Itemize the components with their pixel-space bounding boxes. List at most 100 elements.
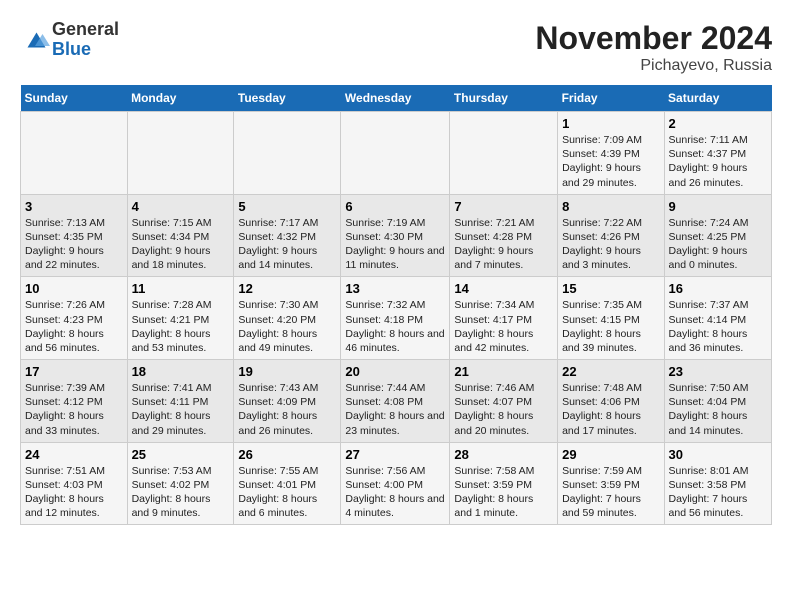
day-cell	[21, 112, 128, 195]
calendar-body: 1Sunrise: 7:09 AM Sunset: 4:39 PM Daylig…	[21, 112, 772, 525]
day-info: Sunrise: 7:15 AM Sunset: 4:34 PM Dayligh…	[132, 216, 230, 273]
logo-blue: Blue	[52, 39, 91, 59]
day-cell: 12 Sunrise: 7:30 AM Sunset: 4:20 PM Dayli…	[234, 277, 341, 360]
day-number: 27	[345, 447, 445, 462]
day-number: 10	[25, 281, 123, 296]
day-info: Sunrise: 7:28 AM Sunset: 4:21 PM Dayligh…	[132, 298, 230, 355]
day-number: 28	[454, 447, 553, 462]
day-number: 26	[238, 447, 336, 462]
day-number: 13	[345, 281, 445, 296]
day-number: 8	[562, 199, 659, 214]
day-number: 21	[454, 364, 553, 379]
day-info: Sunrise: 7:22 AM Sunset: 4:26 PM Dayligh…	[562, 216, 659, 273]
day-info: Sunrise: 7:51 AM Sunset: 4:03 PM Dayligh…	[25, 464, 123, 521]
week-row-1: 1Sunrise: 7:09 AM Sunset: 4:39 PM Daylig…	[21, 112, 772, 195]
day-number: 20	[345, 364, 445, 379]
day-cell: 26 Sunrise: 7:55 AM Sunset: 4:01 PM Dayli…	[234, 442, 341, 525]
day-info: Sunrise: 7:32 AM Sunset: 4:18 PM Dayligh…	[345, 298, 445, 355]
day-cell: 14 Sunrise: 7:34 AM Sunset: 4:17 PM Dayli…	[450, 277, 558, 360]
header-day-monday: Monday	[127, 85, 234, 112]
week-row-2: 3 Sunrise: 7:13 AM Sunset: 4:35 PM Daylig…	[21, 194, 772, 277]
day-info: Sunrise: 7:24 AM Sunset: 4:25 PM Dayligh…	[669, 216, 767, 273]
week-row-3: 10 Sunrise: 7:26 AM Sunset: 4:23 PM Dayli…	[21, 277, 772, 360]
day-cell: 4Sunrise: 7:15 AM Sunset: 4:34 PM Daylig…	[127, 194, 234, 277]
day-cell: 27Sunrise: 7:56 AM Sunset: 4:00 PM Dayli…	[341, 442, 450, 525]
page-title: November 2024	[535, 20, 772, 57]
calendar-table: SundayMondayTuesdayWednesdayThursdayFrid…	[20, 85, 772, 525]
day-cell: 23Sunrise: 7:50 AM Sunset: 4:04 PM Dayli…	[664, 360, 771, 443]
header-day-friday: Friday	[558, 85, 664, 112]
day-cell: 2Sunrise: 7:11 AM Sunset: 4:37 PM Daylig…	[664, 112, 771, 195]
day-number: 6	[345, 199, 445, 214]
day-info: Sunrise: 7:21 AM Sunset: 4:28 PM Dayligh…	[454, 216, 553, 273]
week-row-4: 17 Sunrise: 7:39 AM Sunset: 4:12 PM Dayli…	[21, 360, 772, 443]
day-info: Sunrise: 7:55 AM Sunset: 4:01 PM Dayligh…	[238, 464, 336, 521]
day-cell: 22 Sunrise: 7:48 AM Sunset: 4:06 PM Dayli…	[558, 360, 664, 443]
logo-text: General Blue	[52, 20, 119, 60]
day-cell: 18 Sunrise: 7:41 AM Sunset: 4:11 PM Dayli…	[127, 360, 234, 443]
day-info: Sunrise: 7:48 AM Sunset: 4:06 PM Dayligh…	[562, 381, 659, 438]
day-cell: 21 Sunrise: 7:46 AM Sunset: 4:07 PM Dayli…	[450, 360, 558, 443]
day-info: Sunrise: 7:46 AM Sunset: 4:07 PM Dayligh…	[454, 381, 553, 438]
day-info: Sunrise: 7:26 AM Sunset: 4:23 PM Dayligh…	[25, 298, 123, 355]
day-cell: 17 Sunrise: 7:39 AM Sunset: 4:12 PM Dayli…	[21, 360, 128, 443]
logo-general: General	[52, 19, 119, 39]
day-info: Sunrise: 7:34 AM Sunset: 4:17 PM Dayligh…	[454, 298, 553, 355]
day-info: Sunrise: 7:30 AM Sunset: 4:20 PM Dayligh…	[238, 298, 336, 355]
day-number: 29	[562, 447, 659, 462]
day-number: 12	[238, 281, 336, 296]
page-subtitle: Pichayevo, Russia	[535, 57, 772, 75]
day-cell: 13 Sunrise: 7:32 AM Sunset: 4:18 PM Dayli…	[341, 277, 450, 360]
day-cell: 20 Sunrise: 7:44 AM Sunset: 4:08 PM Dayli…	[341, 360, 450, 443]
day-number: 2	[669, 116, 767, 131]
header-day-tuesday: Tuesday	[234, 85, 341, 112]
day-cell: 19Sunrise: 7:43 AM Sunset: 4:09 PM Dayli…	[234, 360, 341, 443]
day-number: 22	[562, 364, 659, 379]
header-day-thursday: Thursday	[450, 85, 558, 112]
day-number: 17	[25, 364, 123, 379]
day-cell	[127, 112, 234, 195]
day-info: Sunrise: 7:17 AM Sunset: 4:32 PM Dayligh…	[238, 216, 336, 273]
logo-icon	[20, 25, 50, 55]
day-number: 18	[132, 364, 230, 379]
day-number: 11	[132, 281, 230, 296]
day-info: Sunrise: 7:37 AM Sunset: 4:14 PM Dayligh…	[669, 298, 767, 355]
header-day-sunday: Sunday	[21, 85, 128, 112]
day-info: Sunrise: 7:58 AM Sunset: 3:59 PM Dayligh…	[454, 464, 553, 521]
day-number: 9	[669, 199, 767, 214]
week-row-5: 24 Sunrise: 7:51 AM Sunset: 4:03 PM Dayli…	[21, 442, 772, 525]
day-info: Sunrise: 7:19 AM Sunset: 4:30 PM Dayligh…	[345, 216, 445, 273]
day-number: 14	[454, 281, 553, 296]
day-number: 25	[132, 447, 230, 462]
day-info: Sunrise: 7:39 AM Sunset: 4:12 PM Dayligh…	[25, 381, 123, 438]
day-cell: 16 Sunrise: 7:37 AM Sunset: 4:14 PM Dayli…	[664, 277, 771, 360]
day-cell: 28 Sunrise: 7:58 AM Sunset: 3:59 PM Dayli…	[450, 442, 558, 525]
day-cell: 7 Sunrise: 7:21 AM Sunset: 4:28 PM Daylig…	[450, 194, 558, 277]
day-cell: 15Sunrise: 7:35 AM Sunset: 4:15 PM Dayli…	[558, 277, 664, 360]
day-cell: 8 Sunrise: 7:22 AM Sunset: 4:26 PM Daylig…	[558, 194, 664, 277]
day-cell: 24 Sunrise: 7:51 AM Sunset: 4:03 PM Dayli…	[21, 442, 128, 525]
day-info: Sunrise: 7:41 AM Sunset: 4:11 PM Dayligh…	[132, 381, 230, 438]
day-info: Sunrise: 7:59 AM Sunset: 3:59 PM Dayligh…	[562, 464, 659, 521]
page-header: General Blue November 2024 Pichayevo, Ru…	[20, 20, 772, 75]
day-cell: 29 Sunrise: 7:59 AM Sunset: 3:59 PM Dayli…	[558, 442, 664, 525]
day-number: 7	[454, 199, 553, 214]
day-info: Sunrise: 7:35 AM Sunset: 4:15 PM Dayligh…	[562, 298, 659, 355]
header-row: SundayMondayTuesdayWednesdayThursdayFrid…	[21, 85, 772, 112]
day-number: 16	[669, 281, 767, 296]
header-day-wednesday: Wednesday	[341, 85, 450, 112]
day-info: Sunrise: 7:44 AM Sunset: 4:08 PM Dayligh…	[345, 381, 445, 438]
day-info: Sunrise: 7:13 AM Sunset: 4:35 PM Dayligh…	[25, 216, 123, 273]
day-cell: 5Sunrise: 7:17 AM Sunset: 4:32 PM Daylig…	[234, 194, 341, 277]
day-number: 3	[25, 199, 123, 214]
day-number: 1	[562, 116, 659, 131]
day-number: 30	[669, 447, 767, 462]
day-number: 23	[669, 364, 767, 379]
header-day-saturday: Saturday	[664, 85, 771, 112]
day-cell	[234, 112, 341, 195]
day-info: Sunrise: 8:01 AM Sunset: 3:58 PM Dayligh…	[669, 464, 767, 521]
day-cell: 30 Sunrise: 8:01 AM Sunset: 3:58 PM Dayli…	[664, 442, 771, 525]
day-cell: 11 Sunrise: 7:28 AM Sunset: 4:21 PM Dayli…	[127, 277, 234, 360]
day-cell: 6 Sunrise: 7:19 AM Sunset: 4:30 PM Daylig…	[341, 194, 450, 277]
day-number: 24	[25, 447, 123, 462]
